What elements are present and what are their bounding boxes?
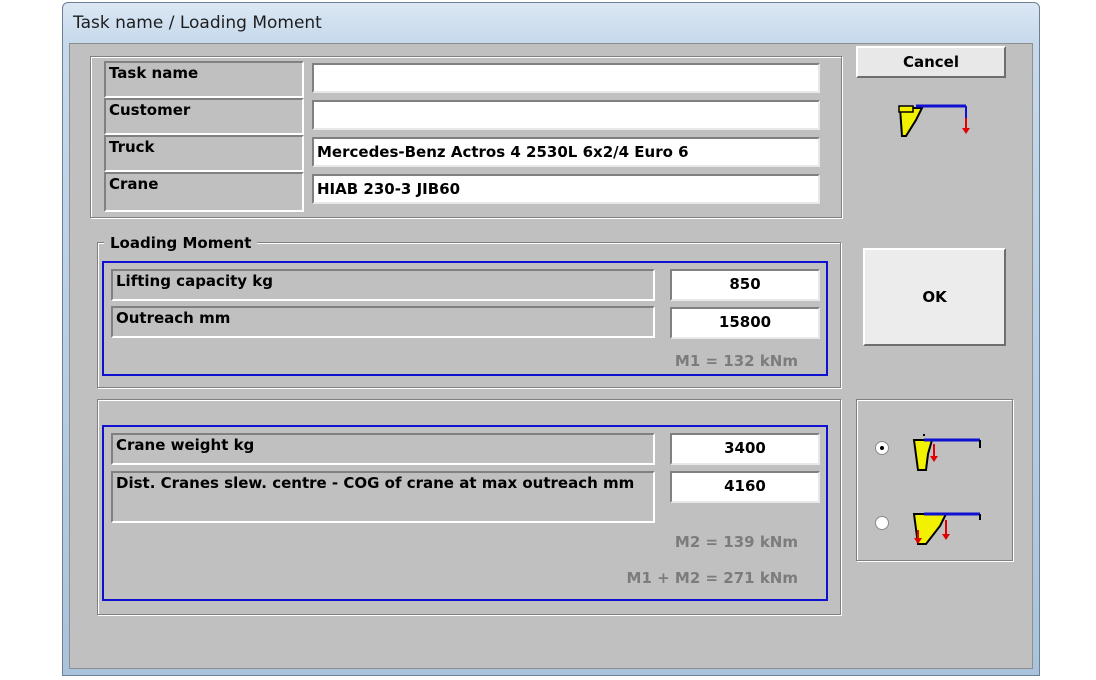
- lifting-capacity-label: Lifting capacity kg: [111, 269, 655, 301]
- ok-button[interactable]: OK: [863, 248, 1006, 346]
- option-2-radio[interactable]: [875, 516, 889, 530]
- slew-distance-label: Dist. Cranes slew. centre - COG of crane…: [111, 471, 655, 523]
- m2-result: M2 = 139 kNm: [674, 533, 798, 551]
- task-name-input[interactable]: [312, 63, 820, 93]
- dialog-client-area: Task name Customer Truck Mercedes-Benz A…: [69, 43, 1033, 669]
- loading-moment-title: Loading Moment: [104, 234, 258, 252]
- crane-label: Crane: [104, 172, 304, 212]
- title-bar[interactable]: Task name / Loading Moment: [63, 3, 1039, 43]
- slew-distance-input[interactable]: 4160: [670, 471, 820, 503]
- window-title: Task name / Loading Moment: [73, 13, 322, 33]
- cancel-button[interactable]: Cancel: [856, 46, 1006, 78]
- crane-weight-input[interactable]: 3400: [670, 433, 820, 465]
- dialog-window: Task name / Loading Moment Task name Cus…: [62, 2, 1040, 676]
- m1-result: M1 = 132 kNm: [674, 352, 798, 370]
- crane-cog-icon: [910, 430, 984, 474]
- crane-load-icon: [896, 100, 970, 144]
- total-moment-result: M1 + M2 = 271 kNm: [626, 569, 798, 587]
- crane-input[interactable]: HIAB 230-3 JIB60: [312, 174, 820, 204]
- customer-input[interactable]: [312, 100, 820, 130]
- option-1-radio[interactable]: [875, 441, 889, 455]
- customer-label: Customer: [104, 98, 304, 135]
- crane-double-cog-icon: [910, 506, 984, 550]
- truck-label: Truck: [104, 135, 304, 172]
- lifting-capacity-input[interactable]: 850: [670, 269, 820, 301]
- truck-input[interactable]: Mercedes-Benz Actros 4 2530L 6x2/4 Euro …: [312, 137, 820, 167]
- outreach-input[interactable]: 15800: [670, 307, 820, 339]
- task-name-label: Task name: [104, 61, 304, 98]
- outreach-label: Outreach mm: [111, 306, 655, 338]
- radio-selected-dot: [880, 446, 884, 450]
- crane-weight-label: Crane weight kg: [111, 433, 655, 465]
